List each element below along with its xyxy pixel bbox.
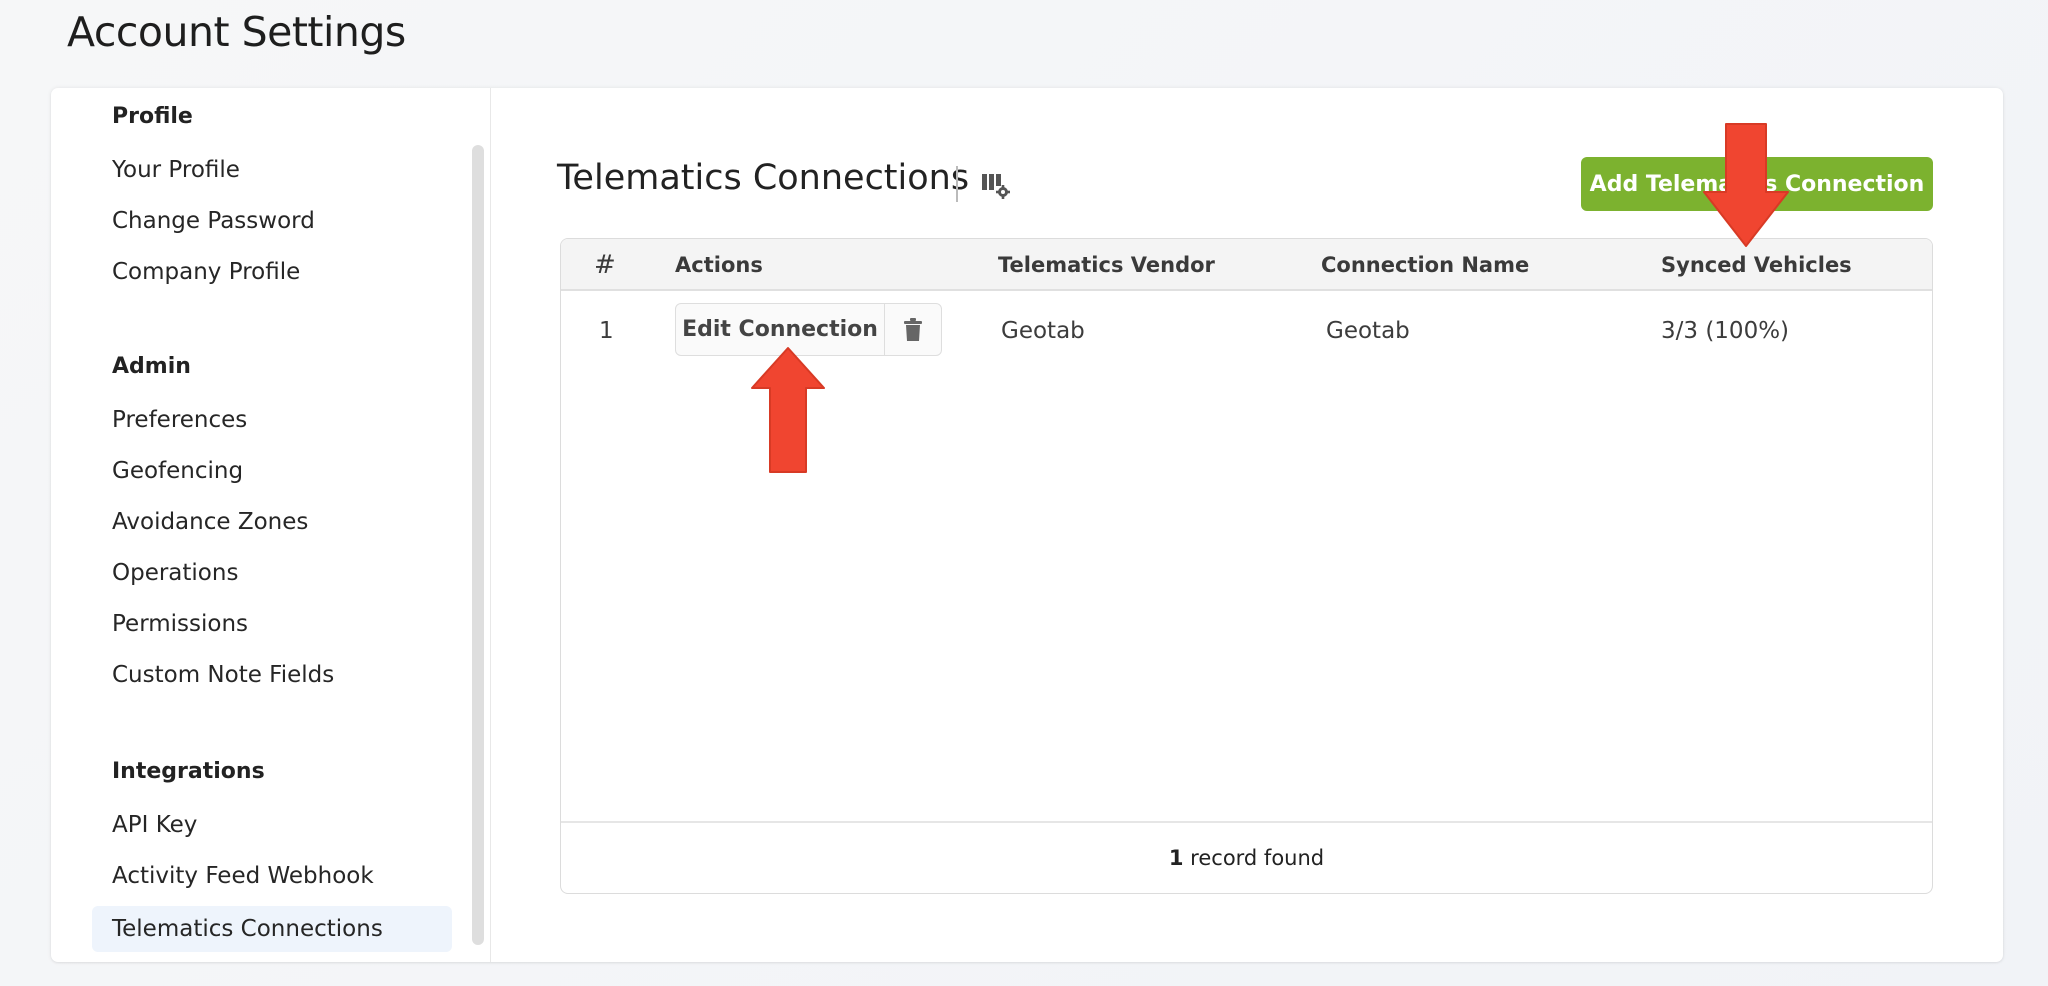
title-divider: [956, 166, 958, 202]
nav-group-profile: Profile: [112, 104, 193, 129]
settings-sidebar: Profile Your Profile Change Password Com…: [51, 88, 491, 962]
nav-group-integrations: Integrations: [112, 759, 265, 784]
sidebar-item-company-profile[interactable]: Company Profile: [92, 249, 452, 295]
sidebar-item-api-key[interactable]: API Key: [92, 802, 452, 848]
column-header-connection-name: Connection Name: [1321, 253, 1530, 277]
sidebar-item-activity-feed-webhook[interactable]: Activity Feed Webhook: [92, 853, 452, 899]
nav-group-admin: Admin: [112, 354, 191, 379]
column-header-vendor: Telematics Vendor: [998, 253, 1215, 277]
page-title: Account Settings: [67, 8, 406, 56]
sidebar-item-permissions[interactable]: Permissions: [92, 601, 452, 647]
section-title: Telematics Connections: [557, 158, 970, 198]
sidebar-scrollbar[interactable]: [472, 145, 484, 945]
record-count: 1: [1168, 846, 1184, 870]
row-connection-name: Geotab: [1326, 318, 1410, 344]
column-header-actions: Actions: [675, 253, 763, 277]
trash-icon: [904, 317, 922, 341]
sidebar-item-your-profile[interactable]: Your Profile: [92, 147, 452, 193]
sidebar-item-custom-note-fields[interactable]: Custom Note Fields: [92, 652, 452, 698]
column-settings-icon[interactable]: [981, 172, 1011, 200]
row-synced-vehicles: 3/3 (100%): [1661, 318, 1790, 344]
row-vendor: Geotab: [1001, 318, 1085, 344]
column-header-index: #: [594, 250, 616, 280]
sidebar-item-geofencing[interactable]: Geofencing: [92, 448, 452, 494]
annotation-arrow-up-icon: [751, 347, 825, 473]
row-index: 1: [599, 318, 614, 344]
table-footer: 1 record found: [561, 821, 1932, 893]
annotation-arrow-down-icon: [1703, 123, 1789, 247]
sidebar-item-telematics-connections[interactable]: Telematics Connections: [92, 906, 452, 952]
sidebar-item-change-password[interactable]: Change Password: [92, 198, 452, 244]
sidebar-item-avoidance-zones[interactable]: Avoidance Zones: [92, 499, 452, 545]
sidebar-item-preferences[interactable]: Preferences: [92, 397, 452, 443]
record-count-label: record found: [1183, 846, 1325, 870]
connections-table: # Actions Telematics Vendor Connection N…: [560, 238, 1933, 894]
sidebar-item-operations[interactable]: Operations: [92, 550, 452, 596]
delete-connection-button[interactable]: [885, 304, 941, 355]
